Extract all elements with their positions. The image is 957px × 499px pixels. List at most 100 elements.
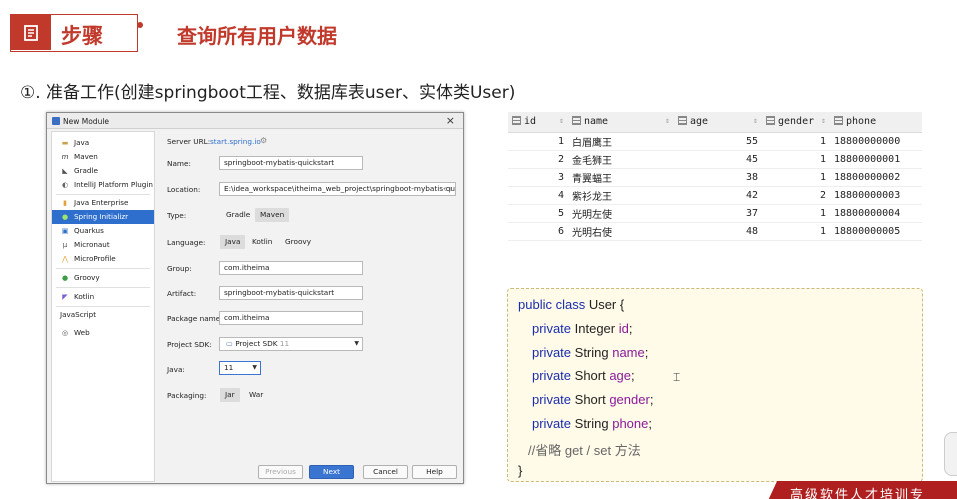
code-line-field: private Short age; (532, 368, 635, 383)
sidebar-item-java[interactable]: ▬ Java (52, 136, 154, 150)
column-header-phone[interactable]: phone (830, 112, 922, 133)
help-button[interactable]: Help (412, 465, 457, 479)
document-icon (11, 15, 51, 50)
sort-icon[interactable]: ⇕ (821, 116, 826, 125)
module-type-list: ▬ Java m Maven ◣ Gradle ◐ IntelliJ Platform … (51, 131, 155, 482)
table-row[interactable]: 1 白眉鹰王 55 1 18800000000 (508, 132, 922, 151)
package-name-input[interactable]: com.itheima (219, 311, 363, 325)
sidebar-divider (56, 306, 150, 307)
user-table: id ⇕ name ⇕ age ⇕ gender ⇕ phone 1 白眉鹰王 55 1 188… (508, 112, 922, 241)
sidebar-item-micronaut[interactable]: μ Micronaut (52, 238, 154, 252)
project-sdk-version: 11 (279, 339, 290, 348)
sidebar-item-web[interactable]: ◎ Web (52, 326, 154, 340)
group-label: Group: (167, 264, 192, 273)
side-toolbar-handle[interactable] (944, 432, 957, 476)
table-row[interactable]: 4 紫衫龙王 42 2 18800000003 (508, 186, 922, 205)
language-option-groovy[interactable]: Groovy (280, 235, 316, 249)
table-row[interactable]: 6 光明右使 48 1 18800000005 (508, 222, 922, 241)
sort-icon[interactable]: ⇕ (665, 116, 670, 125)
java-version-select[interactable]: 11 ▼ (219, 361, 261, 375)
sidebar-item-quarkus[interactable]: ▣ Quarkus (52, 224, 154, 238)
brand-banner-text: 高级软件人才培训专 (790, 488, 926, 499)
language-option-kotlin[interactable]: Kotlin (247, 235, 277, 249)
code-line-class: public class User { (518, 297, 625, 312)
folder-browse-icon[interactable]: ▭ (444, 184, 452, 193)
sidebar-item-kotlin[interactable]: ◤ Kotlin (52, 290, 154, 304)
sidebar-item-java-enterprise[interactable]: ▮ Java Enterprise (52, 196, 154, 210)
name-input[interactable]: springboot-mybatis-quickstart (219, 156, 363, 170)
column-icon (512, 116, 521, 126)
sidebar-item-javascript[interactable]: JavaScript (52, 308, 154, 322)
code-line-comment: //省略 get / set 方法 (528, 443, 641, 458)
column-icon (834, 116, 843, 126)
intellij-icon (52, 117, 60, 125)
table-row[interactable]: 3 青翼蝠王 38 1 18800000002 (508, 168, 922, 187)
project-sdk-select[interactable]: ▭ Project SDK 11 ▼ (219, 337, 363, 351)
column-icon (678, 116, 687, 126)
type-option-gradle[interactable]: Gradle (221, 208, 255, 222)
packaging-label: Packaging: (167, 391, 207, 400)
sidebar-divider (56, 194, 150, 195)
group-input[interactable]: com.itheima (219, 261, 363, 275)
dialog-titlebar: New Module × (47, 113, 463, 129)
artifact-label: Artifact: (167, 289, 197, 298)
cancel-button[interactable]: Cancel (363, 465, 408, 479)
close-icon[interactable]: × (446, 114, 455, 127)
code-line-field: private Integer id; (532, 321, 633, 336)
artifact-input[interactable]: springboot-mybatis-quickstart (219, 286, 363, 300)
code-line-field: private String name; (532, 345, 649, 360)
table-row[interactable]: 2 金毛狮王 45 1 18800000001 (508, 150, 922, 169)
column-icon (766, 116, 775, 126)
subheading: ①. 准备工作(创建springboot工程、数据库表user、实体类User) (20, 83, 516, 103)
java-version-label: Java: (167, 365, 185, 374)
server-url-link[interactable]: start.spring.io (210, 137, 261, 146)
column-icon (572, 116, 581, 126)
java-version-value: 11 (224, 363, 234, 372)
name-label: Name: (167, 159, 191, 168)
bullet-dot (137, 22, 143, 28)
page-title: 查询所有用户数据 (177, 24, 337, 48)
code-line-close: } (518, 463, 523, 478)
sidebar-item-microprofile[interactable]: ⋀ MicroProfile (52, 252, 154, 266)
project-sdk-label: Project SDK: (167, 340, 212, 349)
chevron-down-icon: ▼ (354, 340, 359, 347)
sidebar-item-gradle[interactable]: ◣ Gradle (52, 164, 154, 178)
packaging-option-jar[interactable]: Jar (220, 388, 240, 402)
language-option-java[interactable]: Java (220, 235, 246, 249)
column-header-name[interactable]: name ⇕ (568, 112, 674, 133)
sdk-folder-icon: ▭ (226, 339, 233, 348)
package-name-label: Package name: (167, 314, 223, 323)
sidebar-divider (56, 268, 150, 269)
gear-icon[interactable]: ⚙ (260, 136, 267, 145)
text-cursor-icon: ⌶ (673, 370, 681, 384)
column-header-id[interactable]: id ⇕ (508, 112, 568, 133)
chevron-down-icon: ▼ (252, 364, 257, 371)
type-label: Type: (167, 211, 187, 220)
sidebar-item-spring-initializr[interactable]: ● Spring Initializr (52, 210, 154, 224)
dialog-title: New Module (63, 117, 110, 126)
sidebar-item-groovy[interactable]: ● Groovy (52, 271, 154, 285)
type-option-maven[interactable]: Maven (255, 208, 290, 222)
code-line-field: private String phone; (532, 416, 652, 431)
sort-icon[interactable]: ⇕ (753, 116, 758, 125)
packaging-option-war[interactable]: War (244, 388, 268, 402)
column-header-age[interactable]: age ⇕ (674, 112, 762, 133)
sidebar-item-intellij-plugin[interactable]: ◐ IntelliJ Platform Plugin (52, 178, 154, 192)
user-class-code: public class User { private Integer id; … (507, 288, 923, 482)
sidebar-divider (56, 287, 150, 288)
step-badge: 步骤 (10, 14, 138, 52)
step-label: 步骤 (61, 24, 103, 48)
previous-button[interactable]: Previous (258, 465, 303, 479)
column-header-gender[interactable]: gender ⇕ (762, 112, 830, 133)
sidebar-item-maven[interactable]: m Maven (52, 150, 154, 164)
table-row[interactable]: 5 光明左使 37 1 18800000004 (508, 204, 922, 223)
table-header-row: id ⇕ name ⇕ age ⇕ gender ⇕ phone (508, 112, 922, 133)
location-input[interactable]: E:\idea_workspace\itheima_web_project\sp… (219, 182, 456, 196)
sort-icon[interactable]: ⇕ (559, 116, 564, 125)
next-button[interactable]: Next (309, 465, 354, 479)
language-label: Language: (167, 238, 206, 247)
server-url-label: Server URL: (167, 137, 211, 146)
project-sdk-value: Project SDK (235, 339, 278, 348)
code-line-field: private Short gender; (532, 392, 654, 407)
new-module-dialog: New Module × ▬ Java m Maven ◣ Gradle ◐ Intel… (46, 112, 464, 484)
